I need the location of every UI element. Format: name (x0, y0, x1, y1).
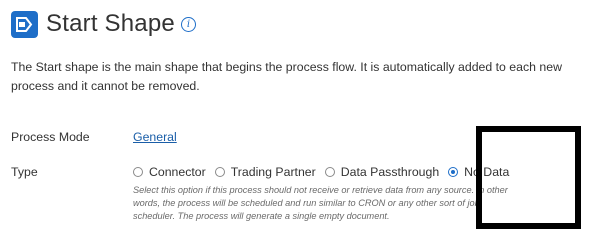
page-title: Start Shape (46, 10, 175, 37)
type-help-text: Select this option if this process shoul… (133, 185, 508, 221)
type-option-label: No Data (464, 165, 510, 179)
type-radio-group: Connector Trading Partner Data Passthrou… (133, 165, 518, 179)
radio-connector[interactable] (133, 167, 143, 177)
info-icon[interactable]: i (180, 16, 196, 32)
process-mode-link[interactable]: General (133, 130, 177, 144)
type-option-connector[interactable]: Connector (133, 165, 206, 179)
process-shape-icon (11, 10, 38, 38)
type-option-no-data[interactable]: No Data (448, 165, 509, 179)
type-option-label: Trading Partner (230, 165, 316, 179)
type-option-data-passthrough[interactable]: Data Passthrough (324, 165, 440, 179)
process-mode-label: Process Mode (11, 130, 90, 144)
shape-description: The Start shape is the main shape that b… (11, 60, 562, 93)
type-label: Type (11, 165, 38, 179)
page-header: Start Shape i (11, 8, 196, 40)
type-option-trading-partner[interactable]: Trading Partner (214, 165, 316, 179)
type-option-label: Connector (149, 165, 206, 179)
radio-no-data[interactable] (448, 167, 459, 177)
radio-trading-partner[interactable] (214, 167, 225, 177)
radio-data-passthrough[interactable] (324, 167, 335, 177)
type-option-label: Data Passthrough (340, 165, 440, 179)
